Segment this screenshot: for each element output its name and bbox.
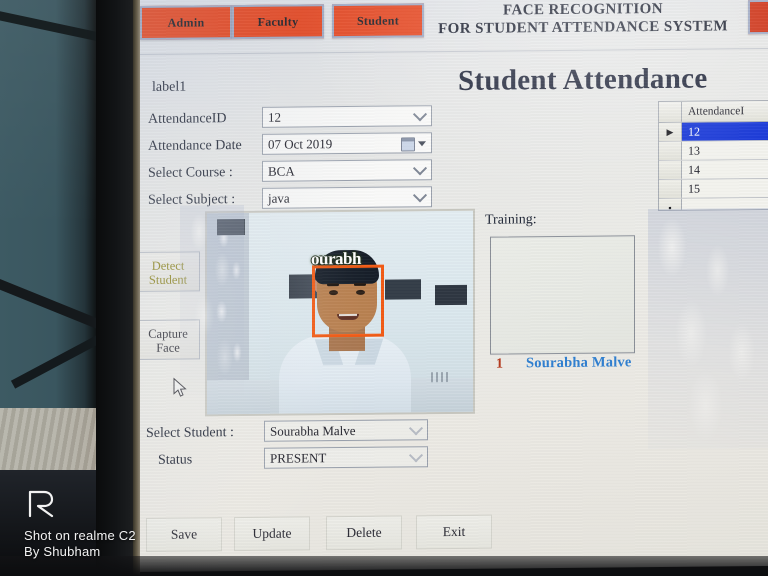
new-row-indicator: ▪: [659, 198, 682, 212]
update-button[interactable]: Update: [234, 516, 310, 552]
cell-attendance-id: [682, 198, 768, 211]
nav-button-faculty[interactable]: Faculty: [232, 4, 324, 40]
training-image-box: [490, 235, 635, 355]
top-navigation-bar: Admin Faculty Student FACE RECOGNITION F…: [140, 0, 768, 56]
subject-label: Select Subject :: [148, 192, 236, 208]
chevron-down-icon: [418, 141, 426, 147]
wall-poster: [435, 284, 467, 306]
label1-text: label1: [152, 79, 187, 95]
bottom-shadow: [0, 556, 768, 576]
app-title: FACE RECOGNITION FOR STUDENT ATTENDANCE …: [428, 0, 738, 38]
table-row[interactable]: 14: [659, 159, 768, 181]
field-row-student: Select Student : Sourabha Malve: [140, 419, 440, 446]
realme-logo-icon: [26, 488, 136, 522]
row-indicator: [659, 141, 682, 161]
delete-button[interactable]: Delete: [326, 515, 402, 551]
page-title: Student Attendance: [458, 62, 708, 97]
grid-header-indicator: [659, 101, 682, 123]
wall-poster: [385, 279, 421, 300]
attendance-data-grid[interactable]: AttendanceI ▶ 12 13 14 15 ▪: [658, 99, 768, 212]
course-value: BCA: [268, 163, 295, 179]
field-row-status: Status PRESENT: [140, 446, 440, 473]
wall-poster: [217, 218, 245, 236]
photo-of-monitor-scene: Admin Faculty Student FACE RECOGNITION F…: [0, 0, 768, 576]
app-title-line1: FACE RECOGNITION: [503, 0, 663, 19]
detect-student-label-line1: Detect: [151, 258, 185, 273]
cell-attendance-id: 12: [682, 121, 768, 141]
realme-watermark: Shot on realme C2 By Shubham: [24, 488, 136, 559]
chevron-down-icon: [408, 420, 424, 435]
face-detection-box: [312, 264, 384, 338]
watermark-line1: Shot on realme C2: [24, 528, 136, 543]
grid-header-attendance-id: AttendanceI: [688, 105, 745, 118]
wall-socket: [431, 372, 451, 383]
student-select[interactable]: Sourabha Malve: [264, 419, 428, 442]
table-row[interactable]: 15: [659, 178, 768, 200]
course-select[interactable]: BCA: [262, 159, 432, 182]
attendance-id-value: 12: [268, 109, 281, 125]
webcam-preview: ourabh: [205, 208, 475, 417]
training-student-name: Sourabha Malve: [526, 354, 632, 372]
chevron-down-icon: [412, 187, 428, 202]
course-label: Select Course :: [148, 165, 233, 181]
row-indicator: ▶: [659, 122, 682, 142]
nav-button-student[interactable]: Student: [332, 3, 424, 39]
grid-header-row: AttendanceI: [659, 100, 768, 124]
status-select[interactable]: PRESENT: [264, 446, 428, 469]
mouse-cursor: [173, 377, 187, 403]
capture-face-label-line2: Face: [156, 340, 180, 355]
detect-student-button[interactable]: Detect Student: [140, 251, 200, 293]
field-row-attendance-date: Attendance Date 07 Oct 2019: [140, 132, 440, 159]
watermark-line2: By Shubham: [24, 544, 101, 559]
table-row[interactable]: ▶ 12: [659, 121, 768, 143]
status-label: Status: [158, 452, 193, 468]
attendance-id-select[interactable]: 12: [262, 105, 432, 128]
app-title-line2: FOR STUDENT ATTENDANCE SYSTEM: [438, 18, 728, 38]
nav-button-admin[interactable]: Admin: [140, 5, 232, 40]
cell-attendance-id: 15: [688, 181, 700, 196]
training-index: 1: [496, 356, 503, 372]
row-indicator: [659, 160, 682, 180]
field-row-attendance-id: AttendanceID 12: [140, 105, 440, 132]
chevron-down-icon: [412, 106, 428, 121]
student-value: Sourabha Malve: [270, 422, 356, 439]
calendar-icon: [401, 137, 415, 152]
cell-attendance-id: 14: [688, 162, 700, 177]
nav-button-logout[interactable]: [748, 0, 768, 35]
window-frame-bar: [0, 9, 110, 44]
attendance-date-picker[interactable]: 07 Oct 2019: [262, 132, 432, 155]
cell-attendance-id: 13: [688, 143, 700, 158]
application-window: Admin Faculty Student FACE RECOGNITION F…: [140, 0, 768, 573]
subject-select[interactable]: java: [262, 186, 432, 209]
attendance-id-label: AttendanceID: [148, 111, 227, 127]
table-row-new[interactable]: ▪: [659, 197, 768, 212]
exit-button[interactable]: Exit: [416, 514, 492, 550]
attendance-date-label: Attendance Date: [148, 138, 242, 154]
status-value: PRESENT: [270, 449, 327, 466]
curtain-reflection-right: [648, 207, 768, 450]
row-indicator: [659, 179, 682, 199]
chevron-down-icon: [408, 447, 424, 462]
field-row-course: Select Course : BCA: [140, 159, 440, 186]
chevron-down-icon: [412, 160, 428, 175]
detect-student-label-line2: Student: [148, 272, 188, 287]
attendance-date-value: 07 Oct 2019: [268, 135, 333, 152]
student-label: Select Student :: [146, 425, 234, 441]
training-label: Training:: [485, 212, 537, 228]
capture-face-label-line1: Capture: [148, 326, 188, 341]
capture-face-button[interactable]: Capture Face: [140, 319, 200, 361]
face-detection-label: ourabh: [311, 248, 361, 269]
save-button[interactable]: Save: [146, 517, 222, 552]
table-row[interactable]: 13: [659, 140, 768, 162]
subject-value: java: [268, 190, 290, 206]
